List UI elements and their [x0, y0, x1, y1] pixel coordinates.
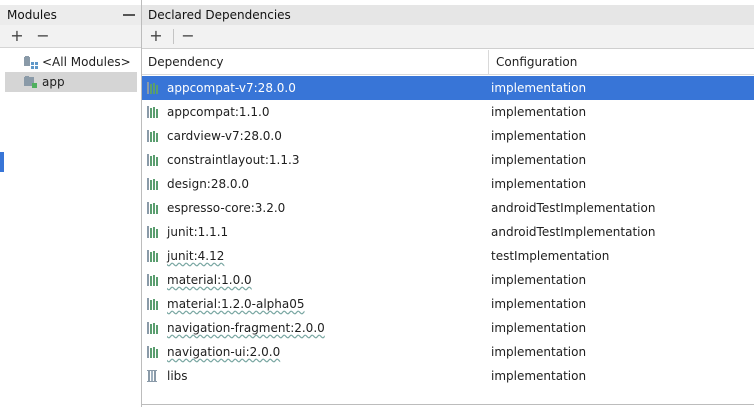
selection-edge-marker	[0, 152, 4, 172]
library-icon	[147, 274, 158, 286]
declared-dependencies-panel: Declared Dependencies + − Dependency Con…	[141, 0, 754, 407]
dependency-row[interactable]: navigation-ui:2.0.0 implementation	[142, 340, 754, 364]
remove-dependency-button[interactable]: −	[179, 26, 197, 46]
dependency-row[interactable]: navigation-fragment:2.0.0 implementation	[142, 316, 754, 340]
hide-panel-button[interactable]	[123, 14, 135, 16]
modules-header: Modules	[0, 5, 141, 25]
toolbar-separator	[173, 29, 174, 44]
dependency-configuration: androidTestImplementation	[491, 225, 656, 239]
column-header-configuration[interactable]: Configuration	[496, 55, 577, 69]
dependency-configuration: implementation	[491, 81, 587, 95]
dependency-configuration: androidTestImplementation	[491, 201, 656, 215]
modules-toolbar: + −	[0, 25, 141, 48]
add-dependency-button[interactable]: +	[147, 26, 165, 46]
dependency-configuration: implementation	[491, 177, 587, 191]
dependencies-header: Declared Dependencies	[142, 5, 754, 25]
dependencies-table: appcompat-v7:28.0.0 implementation appcomp…	[142, 76, 754, 388]
all-modules-icon	[24, 56, 38, 69]
library-icon	[147, 322, 158, 334]
dependency-row[interactable]: libs implementation	[142, 364, 754, 388]
library-icon	[147, 346, 158, 358]
add-module-button[interactable]: +	[8, 26, 26, 46]
library-icon	[147, 250, 158, 262]
jar-library-icon	[147, 370, 157, 382]
library-icon	[147, 106, 158, 118]
library-icon	[147, 226, 158, 238]
module-item-app[interactable]: app	[5, 72, 137, 92]
dependency-row[interactable]: material:1.2.0-alpha05 implementation	[142, 292, 754, 316]
dependency-configuration: implementation	[491, 273, 587, 287]
column-header-dependency[interactable]: Dependency	[148, 55, 224, 69]
dependency-configuration: testImplementation	[491, 249, 610, 263]
dependency-row[interactable]: appcompat:1.1.0 implementation	[142, 100, 754, 124]
dependency-name: appcompat-v7:28.0.0	[167, 81, 296, 95]
dependency-name: constraintlayout:1.1.3	[167, 153, 300, 167]
dependency-row[interactable]: espresso-core:3.2.0 androidTestImplementa…	[142, 196, 754, 220]
dependency-row[interactable]: appcompat-v7:28.0.0 implementation	[142, 76, 754, 100]
dependency-row[interactable]: material:1.0.0 implementation	[142, 268, 754, 292]
dependency-row[interactable]: design:28.0.0 implementation	[142, 172, 754, 196]
module-item-all[interactable]: <All Modules>	[5, 52, 137, 72]
modules-title: Modules	[7, 8, 57, 22]
module-label: <All Modules>	[42, 55, 131, 69]
dependency-name: cardview-v7:28.0.0	[167, 129, 282, 143]
library-icon	[147, 154, 158, 166]
dependencies-toolbar: + −	[142, 25, 754, 49]
dependency-name: material:1.0.0	[167, 273, 252, 287]
dependency-row[interactable]: junit:4.12 testImplementation	[142, 244, 754, 268]
library-icon	[147, 178, 158, 190]
modules-panel: Modules + − <All Modules> app	[0, 0, 141, 407]
dependency-name: junit:1.1.1	[167, 225, 229, 239]
dependency-configuration: implementation	[491, 369, 587, 383]
modules-tree: <All Modules> app	[0, 48, 141, 407]
remove-module-button[interactable]: −	[34, 26, 52, 46]
dependency-configuration: implementation	[491, 105, 587, 119]
dependency-row[interactable]: constraintlayout:1.1.3 implementation	[142, 148, 754, 172]
dependency-name: material:1.2.0-alpha05	[167, 297, 305, 311]
dependency-configuration: implementation	[491, 345, 587, 359]
library-icon	[147, 202, 158, 214]
dependency-configuration: implementation	[491, 153, 587, 167]
dependency-name: design:28.0.0	[167, 177, 250, 191]
library-icon	[147, 298, 158, 310]
dependency-name: libs	[167, 369, 188, 383]
library-icon	[147, 82, 158, 94]
dependency-configuration: implementation	[491, 297, 587, 311]
dependency-configuration: implementation	[491, 129, 587, 143]
table-bottom-border	[142, 404, 754, 405]
dependency-row[interactable]: junit:1.1.1 androidTestImplementation	[142, 220, 754, 244]
dependency-name: espresso-core:3.2.0	[167, 201, 286, 215]
dependency-configuration: implementation	[491, 321, 587, 335]
dependency-name: junit:4.12	[167, 249, 225, 263]
dependency-row[interactable]: cardview-v7:28.0.0 implementation	[142, 124, 754, 148]
dependencies-title: Declared Dependencies	[148, 8, 291, 22]
module-label: app	[42, 75, 65, 89]
dependency-name: navigation-fragment:2.0.0	[167, 321, 325, 335]
column-resize-handle[interactable]	[488, 50, 489, 74]
table-header: Dependency Configuration	[142, 50, 754, 75]
dependency-name: navigation-ui:2.0.0	[167, 345, 281, 359]
dependency-name: appcompat:1.1.0	[167, 105, 270, 119]
app-module-icon	[24, 76, 37, 88]
library-icon	[147, 130, 158, 142]
